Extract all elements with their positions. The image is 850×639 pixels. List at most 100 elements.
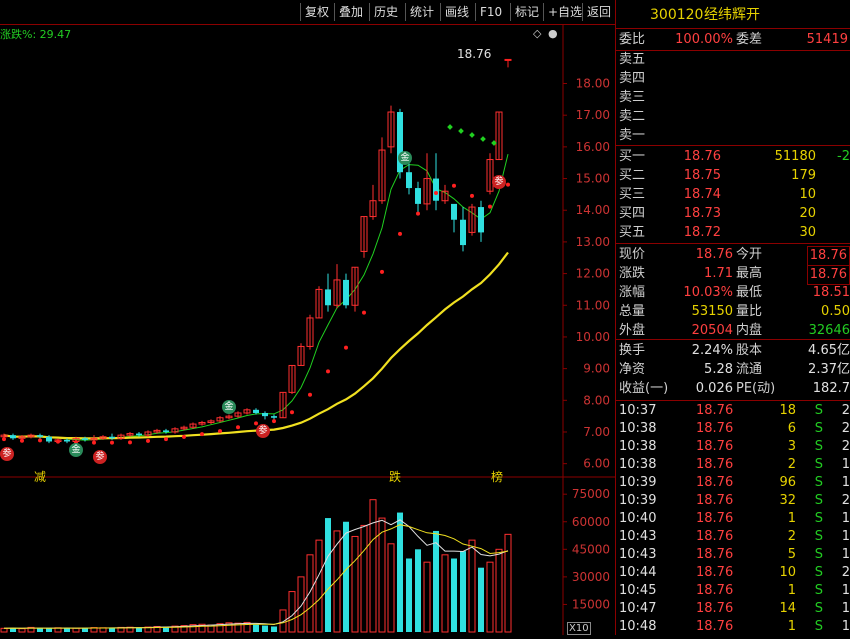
candle-body	[136, 433, 142, 436]
stock-code: 300120	[650, 7, 704, 23]
tick-row: 10:43 18.76 5 S 1	[616, 546, 850, 564]
tick-price: 18.76	[696, 457, 734, 472]
buy-row: 买三 18.74 10	[616, 186, 850, 204]
buy-price: 18.75	[683, 168, 721, 183]
stock-name: 经纬辉开	[704, 7, 760, 23]
volume-bar	[486, 561, 494, 633]
volume-axis-labels: 15000 30000 45000 60000 75000	[563, 487, 610, 611]
kline-chart-area[interactable]: 6.00 7.00 8.00 9.00 10.00 11.00 12.00 13.00 14.0…	[0, 25, 615, 635]
diamond-icon[interactable]: ◇	[533, 27, 541, 40]
candle-body	[253, 409, 259, 413]
quote-value2: 18.51	[812, 285, 850, 300]
volume-bar	[423, 561, 431, 633]
badge-jin-3[interactable]: 金	[398, 151, 412, 165]
tongji-button[interactable]: 统计	[405, 3, 438, 21]
price-tick-label: 14.00	[576, 203, 610, 217]
price-tick-label: 7.00	[583, 425, 610, 439]
fund-value2: 2.37亿	[808, 362, 850, 377]
tick-price: 18.76	[696, 475, 734, 490]
tick-count: 2	[841, 493, 850, 508]
candle-body	[262, 412, 268, 417]
fuquan-button[interactable]: 复权	[300, 3, 333, 21]
f10-button[interactable]: F10	[475, 3, 506, 21]
volume-bar	[253, 624, 259, 632]
badge-shen-2[interactable]: 参	[93, 450, 107, 464]
lishi-button[interactable]: 历史	[369, 3, 402, 21]
price-tick-label: 12.00	[576, 267, 610, 281]
signal-diamond	[480, 136, 486, 142]
volume-bar	[0, 627, 8, 633]
tick-time: 10:44	[619, 565, 657, 580]
buy-row: 买五 18.72 30	[616, 224, 850, 242]
price-tick-label: 13.00	[576, 235, 610, 249]
ma10-dot	[254, 421, 258, 426]
ma10-dot	[56, 439, 60, 444]
fund-row-jingzi: 净资 5.28 流通 2.37亿	[616, 361, 850, 379]
add-watchlist-button[interactable]: +自选	[543, 3, 586, 21]
buy-row: 买二 18.75 179	[616, 167, 850, 185]
candle-body	[163, 430, 169, 432]
quote-value: 53150	[691, 304, 733, 319]
huaxian-button[interactable]: 画线	[440, 3, 473, 21]
ma10-dot	[2, 437, 6, 442]
tick-count: 1	[841, 601, 850, 616]
tick-price: 18.76	[696, 529, 734, 544]
candle-body	[109, 436, 115, 439]
volume-bar	[271, 626, 277, 632]
quote-row-xianjia: 现价 18.76 今开 18.76	[616, 246, 850, 266]
volume-bar	[64, 628, 70, 632]
signal-dots-layer	[2, 124, 510, 445]
quote-value: 10.03%	[683, 285, 733, 300]
badge-shen-3[interactable]: 参	[256, 424, 270, 438]
candle-body	[504, 58, 512, 61]
ma10-dot	[182, 434, 186, 439]
volume-bar	[37, 628, 43, 632]
tick-row: 10:39 18.76 32 S 2	[616, 492, 850, 510]
badge-jin-1[interactable]: 金	[69, 443, 83, 457]
tick-count: 1	[841, 511, 850, 526]
sell-label: 卖三	[619, 90, 646, 105]
buy-label: 买五	[619, 225, 646, 240]
settings-dot-icon[interactable]: ●	[548, 27, 558, 40]
tick-row: 10:40 18.76 1 S 1	[616, 510, 850, 528]
fund-label: 收益(一)	[619, 381, 669, 396]
quote-label: 总量	[619, 304, 646, 319]
tick-volume: 96	[779, 475, 796, 490]
ma10-dot	[200, 432, 204, 437]
price-tick-label: 8.00	[583, 393, 610, 407]
volume-bar	[441, 554, 449, 633]
biaoji-button[interactable]: 标记	[510, 3, 543, 21]
candle-body	[433, 178, 439, 201]
badge-shen-4[interactable]: 参	[492, 175, 506, 189]
price-tick-label: 16.00	[576, 140, 610, 154]
badge-jin-2[interactable]: 金	[222, 400, 236, 414]
quote-row-waipan: 外盘 20504 内盘 32646	[616, 322, 850, 340]
buy-volume: 51180	[774, 149, 816, 164]
back-button[interactable]: 返回	[582, 3, 615, 21]
ma10-dot	[308, 392, 312, 397]
buy-price: 18.74	[683, 187, 721, 202]
badge-shen-1[interactable]: 参	[0, 447, 14, 461]
buy-volume: 30	[799, 225, 816, 240]
volume-bar	[369, 499, 377, 633]
buy-price: 18.76	[683, 149, 721, 164]
tick-time: 10:37	[619, 403, 657, 418]
moving-average-lines	[3, 153, 509, 441]
quote-label2: 内盘	[736, 323, 763, 338]
volume-bar	[306, 554, 314, 633]
tick-row: 10:39 18.76 96 S 1	[616, 474, 850, 492]
buy-label: 买二	[619, 168, 646, 183]
tick-volume: 2	[787, 457, 796, 472]
tick-price: 18.76	[696, 421, 734, 436]
volume-bar	[262, 625, 268, 632]
tick-side: S	[814, 619, 823, 634]
kline-chart-svg[interactable]: 6.00 7.00 8.00 9.00 10.00 11.00 12.00 13.00 14.0…	[0, 25, 615, 635]
ma10-dot	[380, 269, 384, 274]
buy-label: 买三	[619, 187, 646, 202]
candle-body	[451, 203, 457, 220]
diejia-button[interactable]: 叠加	[334, 3, 367, 21]
volume-multiplier: X10	[567, 622, 591, 635]
candle-body	[415, 188, 421, 204]
candle-body	[325, 289, 331, 306]
volume-bar	[478, 567, 484, 632]
